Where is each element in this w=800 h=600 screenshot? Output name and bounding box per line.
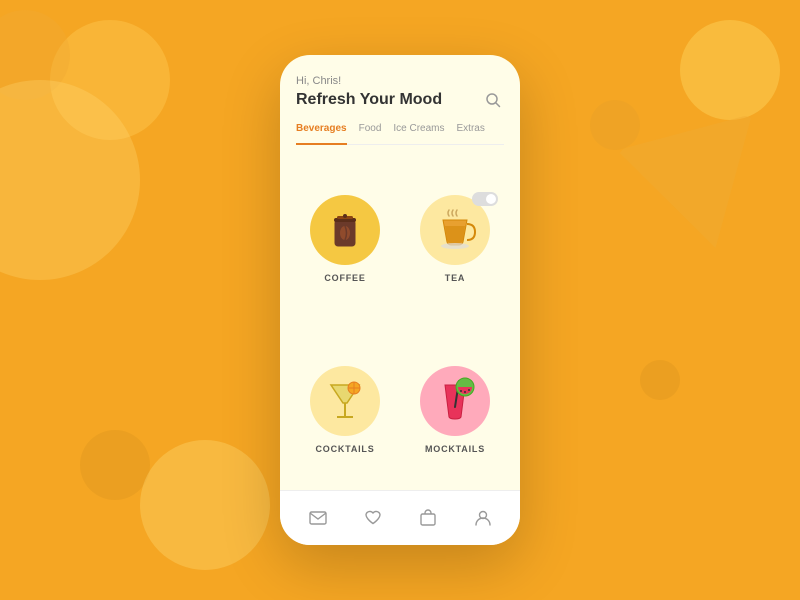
mail-nav-button[interactable] — [307, 507, 329, 529]
tea-label: TEA — [445, 273, 465, 283]
phone-frame: Hi, Chris! Refresh Your Mood Beverages F… — [280, 55, 520, 545]
tea-toggle[interactable] — [472, 192, 498, 206]
page-title: Refresh Your Mood — [296, 91, 442, 109]
mail-icon — [309, 509, 327, 527]
mocktails-item[interactable]: MOCKTAILS — [406, 331, 504, 491]
cocktail-icon-circle — [310, 366, 380, 436]
coffee-icon — [321, 206, 369, 254]
mocktail-icon — [431, 377, 479, 425]
tab-ice-creams[interactable]: Ice Creams — [393, 123, 444, 138]
mocktails-label: MOCKTAILS — [425, 444, 485, 454]
coffee-label: COFFEE — [324, 273, 365, 283]
beverage-grid: COFFEE — [296, 159, 504, 490]
coffee-item[interactable]: COFFEE — [296, 159, 394, 319]
tab-extras[interactable]: Extras — [457, 123, 485, 138]
phone-screen: Hi, Chris! Refresh Your Mood Beverages F… — [280, 55, 520, 490]
tea-icon — [431, 206, 479, 254]
tea-item[interactable]: TEA — [406, 159, 504, 319]
search-icon — [485, 92, 501, 108]
mocktail-icon-circle — [420, 366, 490, 436]
coffee-icon-circle — [310, 195, 380, 265]
cocktail-icon — [321, 377, 369, 425]
bag-nav-button[interactable] — [417, 507, 439, 529]
search-button[interactable] — [482, 89, 504, 111]
user-icon — [474, 509, 492, 527]
category-tabs: Beverages Food Ice Creams Extras — [296, 123, 504, 145]
tab-beverages[interactable]: Beverages — [296, 123, 347, 145]
tab-food[interactable]: Food — [359, 123, 382, 138]
heart-icon — [364, 509, 382, 527]
cocktails-label: COCKTAILS — [315, 444, 374, 454]
bottom-navigation — [280, 490, 520, 545]
cocktails-item[interactable]: COCKTAILS — [296, 331, 394, 491]
bag-icon — [419, 509, 437, 527]
user-nav-button[interactable] — [472, 507, 494, 529]
header-row: Refresh Your Mood — [296, 89, 504, 111]
heart-nav-button[interactable] — [362, 507, 384, 529]
greeting-text: Hi, Chris! — [296, 75, 504, 87]
